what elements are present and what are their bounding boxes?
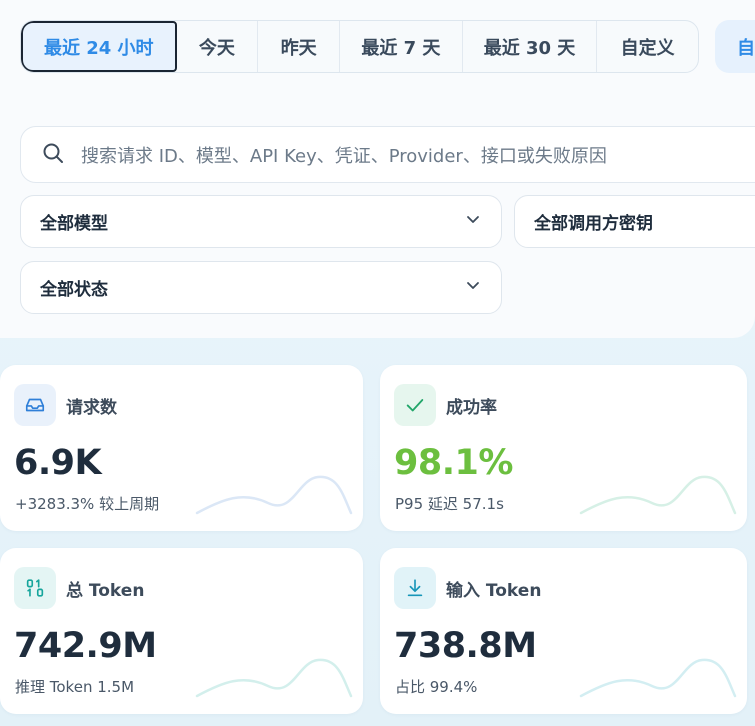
stat-title: 成功率 bbox=[446, 398, 497, 418]
search-input[interactable]: 搜索请求 ID、模型、API Key、凭证、Provider、接口或失败原因 bbox=[20, 126, 755, 183]
binary-icon bbox=[14, 567, 56, 609]
stat-title: 输入 Token bbox=[446, 581, 542, 601]
search-placeholder: 搜索请求 ID、模型、API Key、凭证、Provider、接口或失败原因 bbox=[81, 145, 607, 167]
sparkline bbox=[579, 658, 737, 698]
stat-title: 总 Token bbox=[66, 581, 145, 601]
stat-value: 98.1% bbox=[394, 443, 513, 483]
stat-card-input-token: 输入 Token 738.8M 占比 99.4% bbox=[380, 548, 747, 714]
download-icon bbox=[394, 567, 436, 609]
stat-card-requests: 请求数 6.9K +3283.3% 较上周期 bbox=[0, 365, 363, 531]
status-select-value: 全部状态 bbox=[40, 280, 108, 300]
stat-value: 742.9M bbox=[14, 626, 157, 666]
tab-last-7-days[interactable]: 最近 7 天 bbox=[340, 21, 463, 72]
stat-value: 6.9K bbox=[14, 443, 102, 483]
tab-yesterday[interactable]: 昨天 bbox=[258, 21, 341, 72]
tab-last-30-days[interactable]: 最近 30 天 bbox=[463, 21, 598, 72]
stat-card-success-rate: 成功率 98.1% P95 延迟 57.1s bbox=[380, 365, 747, 531]
sparkline bbox=[195, 658, 353, 698]
stat-title: 请求数 bbox=[66, 398, 117, 418]
stat-card-total-token: 总 Token 742.9M 推理 Token 1.5M bbox=[0, 548, 363, 714]
custom-range-button[interactable]: 自 bbox=[715, 20, 755, 73]
model-select-value: 全部模型 bbox=[40, 214, 108, 234]
model-select[interactable]: 全部模型 bbox=[20, 195, 502, 248]
stat-subtext: 推理 Token 1.5M bbox=[15, 678, 135, 696]
filter-panel: 最近 24 小时 今天 昨天 最近 7 天 最近 30 天 自定义 自 搜索请求… bbox=[0, 0, 755, 338]
stat-subtext: +3283.3% 较上周期 bbox=[15, 495, 160, 513]
stat-subtext: P95 延迟 57.1s bbox=[395, 495, 504, 513]
search-icon bbox=[41, 141, 81, 169]
check-icon bbox=[394, 384, 436, 426]
tab-custom[interactable]: 自定义 bbox=[597, 21, 698, 72]
caller-key-select-value: 全部调用方密钥 bbox=[534, 214, 653, 234]
stat-subtext: 占比 99.4% bbox=[395, 678, 478, 696]
tab-last-24-hours[interactable]: 最近 24 小时 bbox=[21, 21, 177, 72]
caller-key-select[interactable]: 全部调用方密钥 bbox=[514, 195, 755, 248]
tab-today[interactable]: 今天 bbox=[177, 21, 259, 72]
inbox-icon bbox=[14, 384, 56, 426]
chevron-down-icon bbox=[465, 277, 481, 298]
sparkline bbox=[195, 475, 353, 515]
time-range-tabs: 最近 24 小时 今天 昨天 最近 7 天 最近 30 天 自定义 bbox=[20, 20, 699, 73]
status-select[interactable]: 全部状态 bbox=[20, 261, 502, 314]
chevron-down-icon bbox=[465, 211, 481, 232]
sparkline bbox=[579, 475, 737, 515]
stat-value: 738.8M bbox=[394, 626, 537, 666]
